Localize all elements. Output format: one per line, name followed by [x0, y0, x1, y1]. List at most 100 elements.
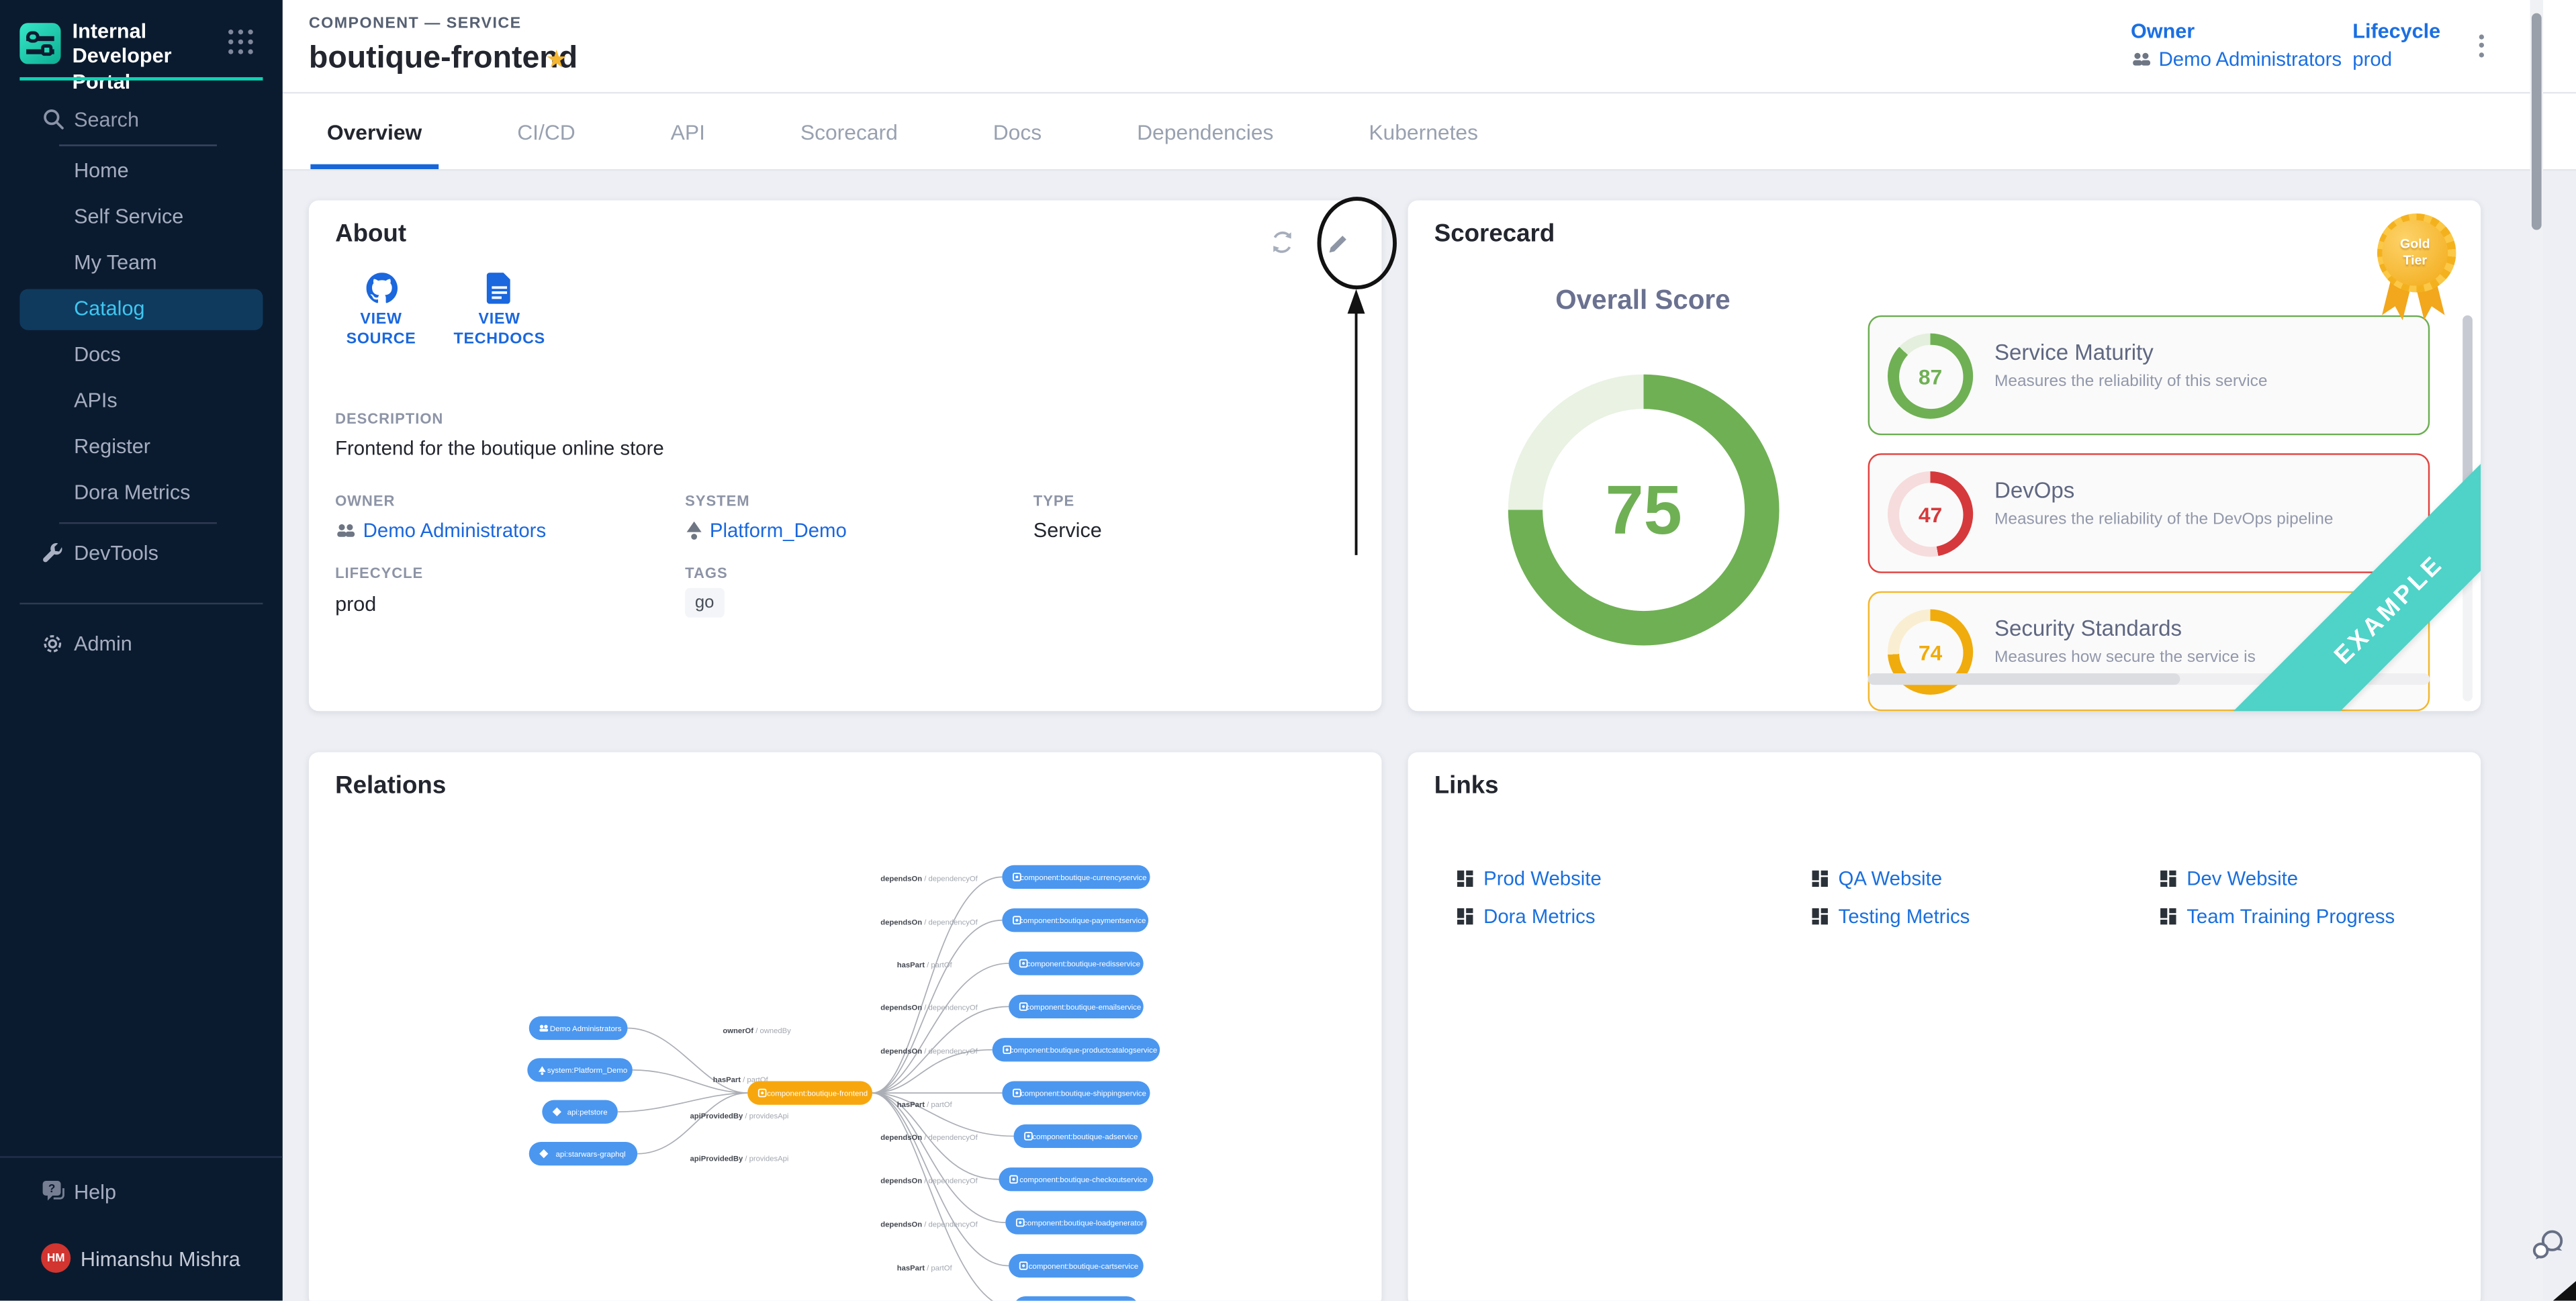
sidebar-search[interactable]: Search — [0, 99, 283, 145]
sidebar-item-apis[interactable]: APIs — [0, 378, 283, 424]
graph-edge-label: hasPart / partOf — [897, 961, 953, 969]
lifecycle-field-label: LIFECYCLE — [335, 565, 423, 581]
scorecard-item-donut: 87 — [1888, 334, 1973, 419]
avatar: HM — [41, 1243, 71, 1273]
graph-node-component-boutique-currencyservice[interactable]: component:boutique-currencyservice — [1002, 865, 1150, 889]
graph-node-component-boutique-frontend[interactable]: component:boutique-frontend — [747, 1081, 872, 1104]
about-title: About — [335, 220, 406, 248]
view-techdocs-button[interactable]: VIEW TECHDOCS — [450, 273, 549, 349]
group-icon — [335, 522, 357, 538]
owner-link[interactable]: Demo Administrators — [2131, 48, 2342, 70]
sidebar-item-label: Admin — [74, 632, 132, 655]
page-scrollbar[interactable] — [2530, 0, 2544, 1301]
link-dev-website[interactable]: Dev Website — [2160, 867, 2395, 890]
graph-node-component-boutique-productcatalogservice[interactable]: component:boutique-productcatalogservice — [993, 1038, 1160, 1061]
link-dora-metrics[interactable]: Dora Metrics — [1457, 905, 1812, 928]
graph-edge-label: dependsOn / dependencyOf — [880, 1177, 978, 1186]
graph-node-api-petstore[interactable]: api:petstore — [542, 1100, 618, 1124]
sidebar-item-admin[interactable]: Admin — [0, 621, 283, 667]
main-area: COMPONENT — SERVICE boutique-frontend ★ … — [283, 0, 2576, 1301]
techdocs-icon — [486, 273, 512, 303]
tab-kubernetes[interactable]: Kubernetes — [1352, 93, 1495, 169]
svg-text:Demo Administrators: Demo Administrators — [550, 1025, 622, 1033]
svg-text:component:boutique-frontend: component:boutique-frontend — [767, 1090, 868, 1098]
chat-feedback-icon[interactable] — [2532, 1228, 2566, 1269]
graph-node-component-boutique-checkoutservice[interactable]: component:boutique-checkoutservice — [999, 1167, 1153, 1191]
sidebar-item-help[interactable]: ? Help — [0, 1169, 283, 1216]
scorecard-horizontal-scrollbar[interactable] — [1868, 673, 2430, 685]
link-testing-metrics[interactable]: Testing Metrics — [1812, 905, 2160, 928]
graph-node-component-boutique-cartservice[interactable]: component:boutique-cartservice — [1009, 1254, 1144, 1278]
scorecard-card: Scorecard Overall Score 75 87Service Mat… — [1408, 200, 2481, 711]
graph-node-component-boutique-adservice[interactable]: component:boutique-adservice — [1013, 1124, 1142, 1148]
graph-edge-label: dependsOn / dependencyOf — [880, 1047, 978, 1055]
relations-graph[interactable]: ownerOf / ownedByhasPart / partOfapiProv… — [309, 752, 1382, 1300]
tag-chip[interactable]: go — [685, 588, 724, 618]
scorecard-item-name: Security Standards — [1994, 616, 2182, 640]
sidebar-item-self-service[interactable]: Self Service — [0, 194, 283, 240]
graph-node-component-boutique-paymentservice[interactable]: component:boutique-paymentservice — [1002, 908, 1148, 932]
sidebar-item-my-team[interactable]: My Team — [0, 240, 283, 286]
entity-tabs: Overview CI/CD API Scorecard Docs Dependencie… — [283, 93, 2576, 171]
scorecard-item-name: DevOps — [1994, 478, 2074, 503]
tab-scorecard[interactable]: Scorecard — [784, 93, 914, 169]
tab-api[interactable]: API — [654, 93, 721, 169]
graph-node-component-boutique-shippingservice[interactable]: component:boutique-shippingservice — [1002, 1081, 1150, 1104]
graph-node-api-starwars-graphql[interactable]: api:starwars-graphql — [529, 1142, 637, 1165]
sidebar-item-dora-metrics[interactable]: Dora Metrics — [0, 470, 283, 516]
svg-text:component:boutique-checkoutser: component:boutique-checkoutservice — [1019, 1176, 1147, 1184]
more-menu-icon[interactable] — [2468, 31, 2494, 64]
owner-value: Demo Administrators — [2159, 48, 2342, 70]
view-source-button[interactable]: VIEW SOURCE — [332, 273, 430, 349]
graph-node-component-boutique-emailservice[interactable]: component:boutique-emailservice — [1009, 995, 1144, 1018]
scorecard-item-security-standards[interactable]: 74Security StandardsMeasures how secure … — [1868, 591, 2430, 712]
scorecard-item-description: Measures the reliability of the DevOps p… — [1994, 511, 2333, 529]
owner-field-link[interactable]: Demo Administrators — [335, 519, 546, 542]
type-field-value: Service — [1033, 519, 1102, 542]
svg-text:component:boutique-paymentserv: component:boutique-paymentservice — [1019, 917, 1146, 925]
app-switcher-icon[interactable] — [228, 30, 253, 54]
sidebar-item-devtools[interactable]: DevTools — [0, 530, 283, 577]
graph-node-component-boutique-loadgenerator[interactable]: component:boutique-loadgenerator — [1005, 1211, 1146, 1235]
view-source-label: VIEW SOURCE — [332, 310, 430, 349]
scorecard-item-service-maturity[interactable]: 87Service MaturityMeasures the reliabili… — [1868, 316, 2430, 436]
graph-edge — [872, 963, 1009, 1093]
sidebar-item-register[interactable]: Register — [0, 424, 283, 470]
scorecard-vertical-scrollbar[interactable] — [2463, 316, 2473, 702]
system-field-link[interactable]: Platform_Demo — [685, 519, 847, 542]
link-qa-website[interactable]: QA Website — [1812, 867, 2160, 890]
sidebar-item-docs[interactable]: Docs — [0, 332, 283, 378]
graph-node-system-platform-demo[interactable]: system:Platform_Demo — [527, 1058, 633, 1081]
scorecard-item-name: Service Maturity — [1994, 340, 2154, 365]
user-menu[interactable]: HM Himanshu Mishra — [0, 1235, 283, 1284]
link-prod-website[interactable]: Prod Website — [1457, 867, 1812, 890]
link-team-training-progress[interactable]: Team Training Progress — [2160, 905, 2395, 928]
graph-node-demo-administrators[interactable]: Demo Administrators — [529, 1016, 628, 1040]
lifecycle-value: prod — [2352, 48, 2392, 70]
tab-overview[interactable]: Overview — [310, 93, 438, 169]
owner-label: Owner — [2131, 19, 2342, 42]
sidebar-item-label: DevTools — [74, 542, 158, 565]
search-underline — [59, 144, 217, 146]
overall-score-donut: 75 — [1508, 375, 1780, 646]
sidebar-bottom-divider — [0, 1156, 283, 1157]
tab-dependencies[interactable]: Dependencies — [1121, 93, 1290, 169]
dashboard-icon — [1457, 871, 1473, 887]
sidebar-nav: HomeSelf ServiceMy TeamCatalogDocsAPIsRe… — [0, 148, 283, 516]
portal-logo-icon — [19, 23, 60, 64]
edit-pencil-icon[interactable] — [1328, 233, 1349, 262]
page-scrollbar-thumb[interactable] — [2532, 13, 2542, 230]
refresh-icon[interactable] — [1270, 230, 1295, 263]
favorite-star-icon[interactable]: ★ — [545, 44, 567, 74]
scorecard-items: 87 Service Maturity Measures the reliabili… — [1868, 316, 2430, 712]
svg-text:api:starwars-graphql: api:starwars-graphql — [555, 1151, 625, 1159]
sidebar-item-catalog[interactable]: Catalog — [19, 288, 263, 329]
links-card: Links Prod Website QA Website Dev Websit… — [1408, 752, 2481, 1300]
graph-edge-label: apiProvidedBy / providesApi — [690, 1112, 789, 1120]
tab-docs[interactable]: Docs — [976, 93, 1058, 169]
sidebar-item-home[interactable]: Home — [0, 148, 283, 194]
graph-node-partial[interactable] — [1013, 1296, 1138, 1301]
scorecard-item-devops[interactable]: 47DevOpsMeasures the reliability of the … — [1868, 453, 2430, 573]
graph-node-component-boutique-redisservice[interactable]: component:boutique-redisservice — [1009, 951, 1144, 975]
tab-ci-cd[interactable]: CI/CD — [501, 93, 592, 169]
